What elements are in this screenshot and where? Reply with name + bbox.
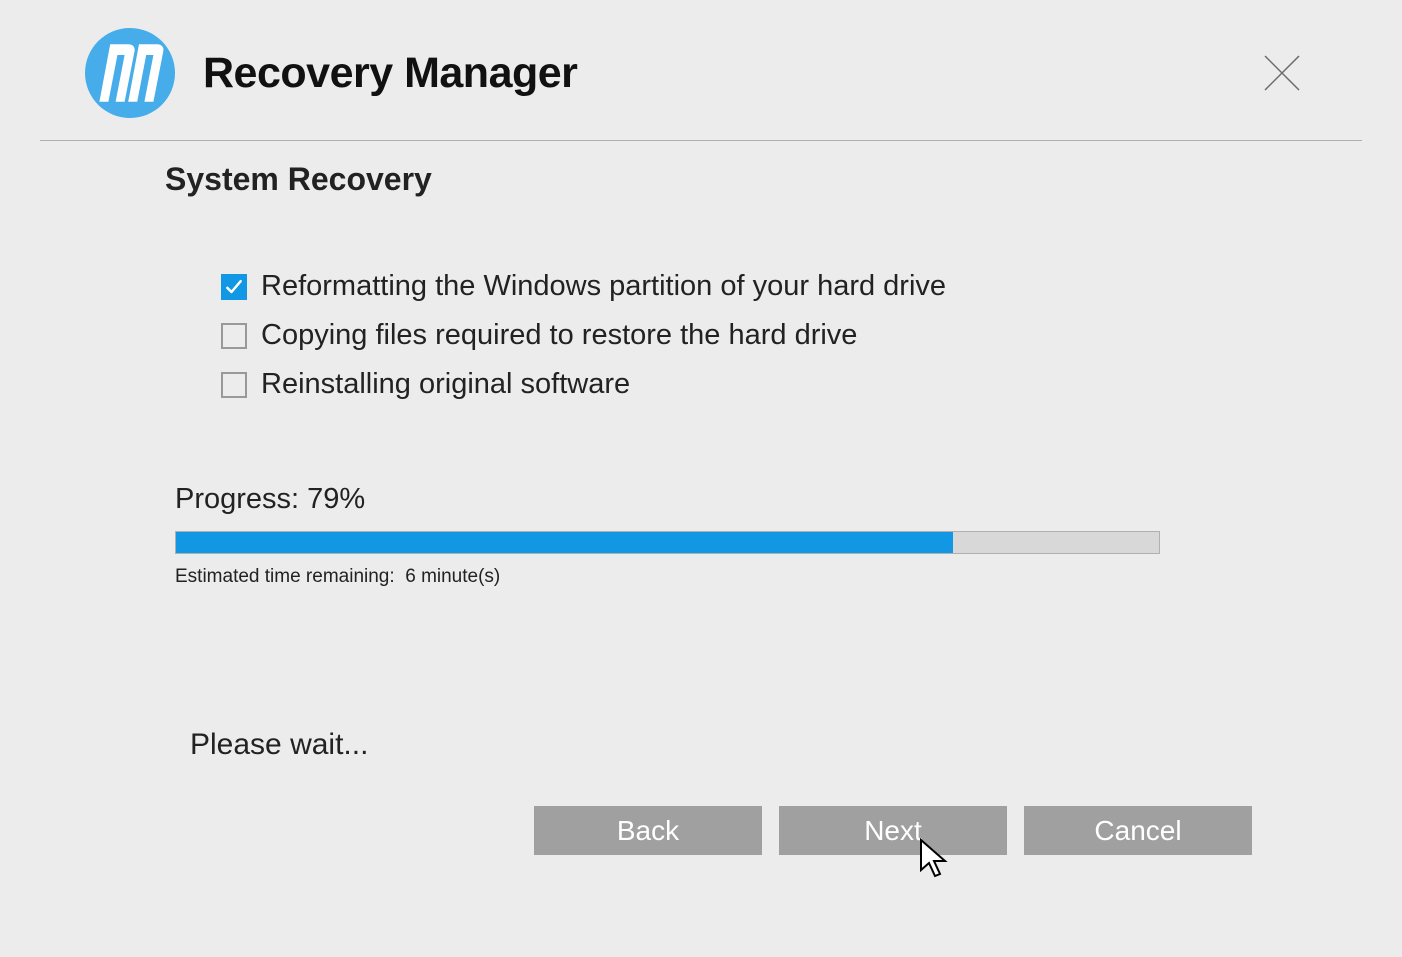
close-icon — [1262, 53, 1302, 93]
app-title: Recovery Manager — [203, 49, 577, 98]
content: System Recovery Reformatting the Windows… — [0, 141, 1402, 588]
step-item: Copying files required to restore the ha… — [221, 319, 1222, 352]
step-label: Reinstalling original software — [261, 368, 630, 401]
progress-bar — [175, 531, 1160, 554]
hp-logo-icon — [85, 28, 175, 118]
checkbox-unchecked-icon — [221, 372, 247, 398]
progress-section: Progress: 79% Estimated time remaining: … — [165, 483, 1222, 588]
button-row: Back Next Cancel — [534, 806, 1252, 855]
checkbox-checked-icon — [221, 274, 247, 300]
step-item: Reformatting the Windows partition of yo… — [221, 270, 1222, 303]
eta-label: Estimated time remaining: 6 minute(s) — [175, 566, 1222, 588]
header: Recovery Manager — [40, 0, 1362, 141]
progress-label: Progress: 79% — [175, 483, 1222, 516]
step-label: Reformatting the Windows partition of yo… — [261, 270, 946, 303]
section-title: System Recovery — [165, 161, 1222, 198]
step-item: Reinstalling original software — [221, 368, 1222, 401]
back-button[interactable]: Back — [534, 806, 762, 855]
progress-label-prefix: Progress: — [175, 483, 299, 515]
wait-message: Please wait... — [190, 728, 368, 762]
progress-percent-text: 79% — [307, 483, 365, 515]
close-button[interactable] — [1262, 53, 1302, 93]
steps-list: Reformatting the Windows partition of yo… — [165, 270, 1222, 401]
cancel-button[interactable]: Cancel — [1024, 806, 1252, 855]
checkbox-unchecked-icon — [221, 323, 247, 349]
header-left: Recovery Manager — [85, 28, 577, 118]
eta-prefix: Estimated time remaining: — [175, 566, 395, 587]
step-label: Copying files required to restore the ha… — [261, 319, 857, 352]
next-button[interactable]: Next — [779, 806, 1007, 855]
eta-value: 6 minute(s) — [405, 566, 500, 587]
progress-bar-fill — [176, 532, 953, 553]
